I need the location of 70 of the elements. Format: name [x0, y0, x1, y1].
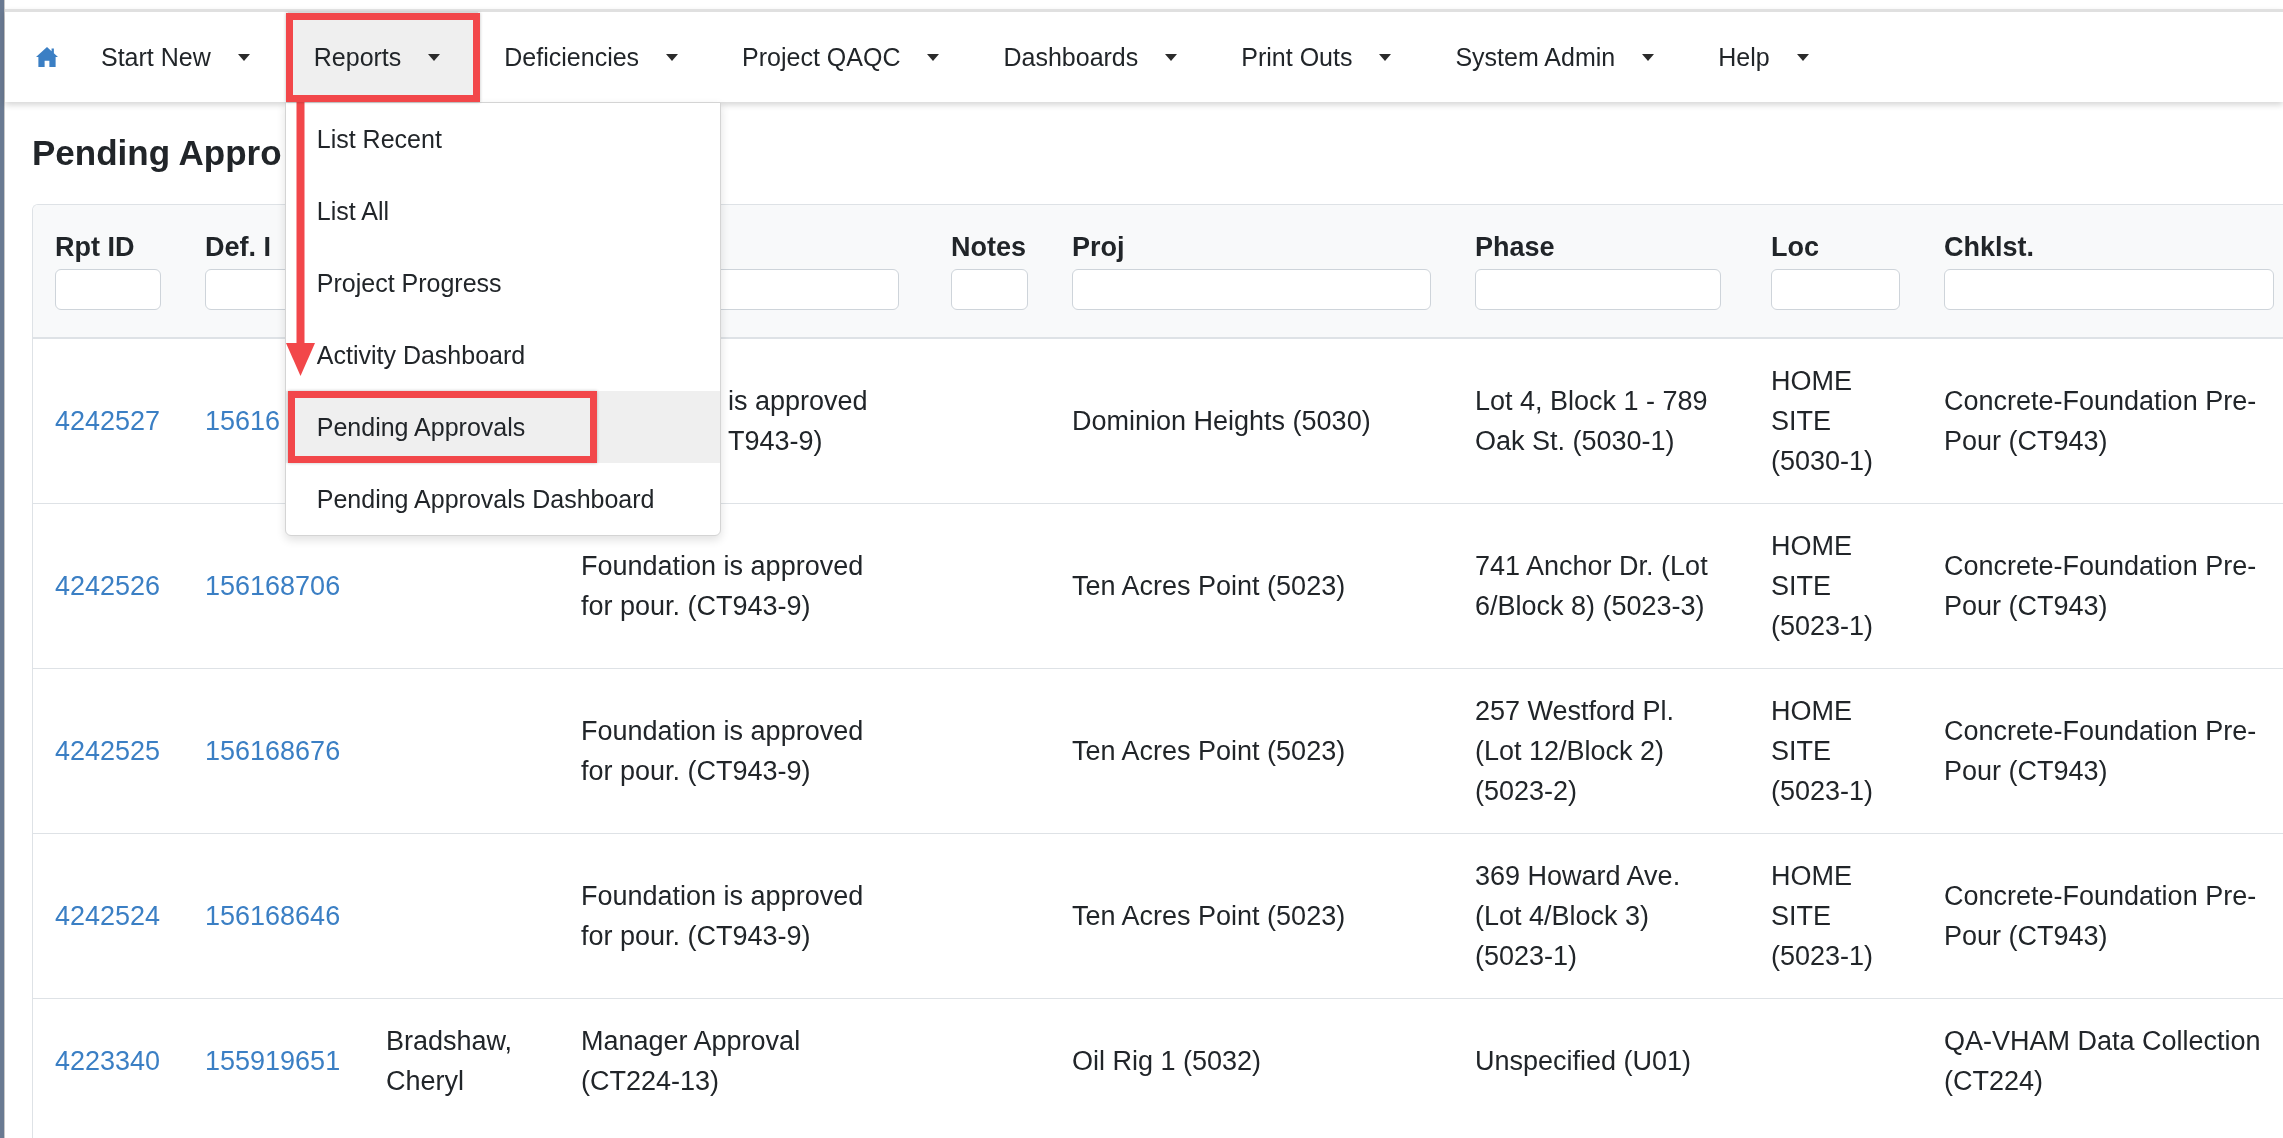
menu-item[interactable]: Project Progress	[285, 247, 720, 319]
id-link[interactable]: 156168676	[205, 736, 341, 766]
filter-field[interactable]	[1771, 269, 1900, 310]
column-header: Rpt ID	[55, 232, 135, 262]
checklist-name: Concrete-Foundation Pre-Pour (CT943)	[1944, 386, 2257, 456]
caret-icon	[1796, 53, 1809, 61]
page-title: Pending Appro	[32, 132, 282, 174]
id-link[interactable]: 4242524	[55, 901, 161, 931]
description-text: Foundation is approved for pour. (CT943-9)	[581, 551, 864, 621]
project-name: Dominion Heights (5030)	[1072, 406, 1371, 436]
id-link[interactable]: 15616	[205, 406, 281, 436]
phase-text: Lot 4, Block 1 - 789 Oak St. (5030-1)	[1475, 386, 1708, 456]
home-icon[interactable]	[36, 47, 58, 67]
column-header: Chklst.	[1944, 232, 2035, 262]
project-name: Oil Rig 1 (5032)	[1072, 1046, 1262, 1076]
nav-menu-button[interactable]: Dashboards	[977, 12, 1216, 102]
id-link[interactable]: 4223340	[55, 1046, 161, 1076]
location-text: HOME SITE (5023-1)	[1771, 696, 1874, 806]
description-text: Foundation is approved for pour. (CT943-9)	[581, 716, 864, 786]
checklist-name: Concrete-Foundation Pre-Pour (CT943)	[1944, 716, 2257, 786]
phase-text: 741 Anchor Dr. (Lot 6/Block 8) (5023-3)	[1475, 551, 1708, 621]
id-link[interactable]: 4242527	[55, 406, 161, 436]
description-text: Foundation is approved for pour. (CT943-9)	[581, 881, 864, 951]
caret-icon	[1379, 53, 1392, 61]
project-name: Ten Acres Point (5023)	[1072, 571, 1346, 601]
project-name: Ten Acres Point (5023)	[1072, 901, 1346, 931]
menu-item[interactable]: Pending Approvals Dashboard	[285, 463, 720, 535]
menu-item[interactable]: List All	[285, 175, 720, 247]
nav-menu-button[interactable]: Print Outs	[1215, 12, 1430, 102]
checklist-name: QA-VHAM Data Collection (CT224)	[1944, 1026, 2261, 1096]
location-text: HOME SITE (5030-1)	[1771, 366, 1874, 476]
nav-menu-button[interactable]: System Admin	[1429, 12, 1693, 102]
caret-icon	[1165, 53, 1178, 61]
location-text: HOME SITE (5023-1)	[1771, 861, 1874, 971]
filter-field[interactable]	[1072, 269, 1431, 310]
id-link[interactable]: 4242525	[55, 736, 161, 766]
column-header: Notes	[951, 232, 1026, 262]
column-header: Loc	[1771, 232, 1819, 262]
id-link[interactable]: 156168706	[205, 571, 341, 601]
description-text: Manager Approval (CT224-13)	[581, 1026, 801, 1096]
filter-field[interactable]	[55, 269, 161, 310]
phase-text: 369 Howard Ave. (Lot 4/Block 3) (5023-1)	[1475, 861, 1681, 971]
id-link[interactable]: 4242526	[55, 571, 161, 601]
caret-icon	[927, 53, 940, 61]
nav-menu-button[interactable]: Project QAQC	[716, 12, 978, 102]
menu-item[interactable]: List Recent	[285, 103, 720, 175]
location-text: HOME SITE (5023-1)	[1771, 531, 1874, 641]
column-header: Phase	[1475, 232, 1555, 262]
menu-item[interactable]: Activity Dashboard	[285, 319, 720, 391]
checklist-name: Concrete-Foundation Pre-Pour (CT943)	[1944, 551, 2257, 621]
filter-field[interactable]	[1475, 269, 1721, 310]
nav-menu-button[interactable]: Deficiencies	[478, 12, 717, 102]
id-link[interactable]: 156168646	[205, 901, 341, 931]
caret-icon	[666, 53, 679, 61]
caret-icon	[1642, 53, 1655, 61]
column-header: Def. I	[205, 232, 271, 262]
caret-icon	[237, 53, 250, 61]
id-link[interactable]: 155919651	[205, 1046, 341, 1076]
phase-text: Unspecified (U01)	[1475, 1046, 1692, 1076]
caret-icon	[428, 53, 441, 61]
phase-text: 257 Westford Pl. (Lot 12/Block 2) (5023-2)	[1475, 696, 1675, 806]
filter-field[interactable]	[951, 269, 1028, 310]
checklist-name: Concrete-Foundation Pre-Pour (CT943)	[1944, 881, 2257, 951]
nav-menu-button[interactable]: Start New	[75, 12, 288, 102]
person-name: Bradshaw, Cheryl	[386, 1026, 513, 1096]
column-header: Proj	[1072, 232, 1125, 262]
filter-field[interactable]	[1944, 269, 2274, 310]
nav-menu-button[interactable]: Help	[1692, 12, 1847, 102]
project-name: Ten Acres Point (5023)	[1072, 736, 1346, 766]
description-text: is approved T943-9)	[728, 386, 868, 456]
